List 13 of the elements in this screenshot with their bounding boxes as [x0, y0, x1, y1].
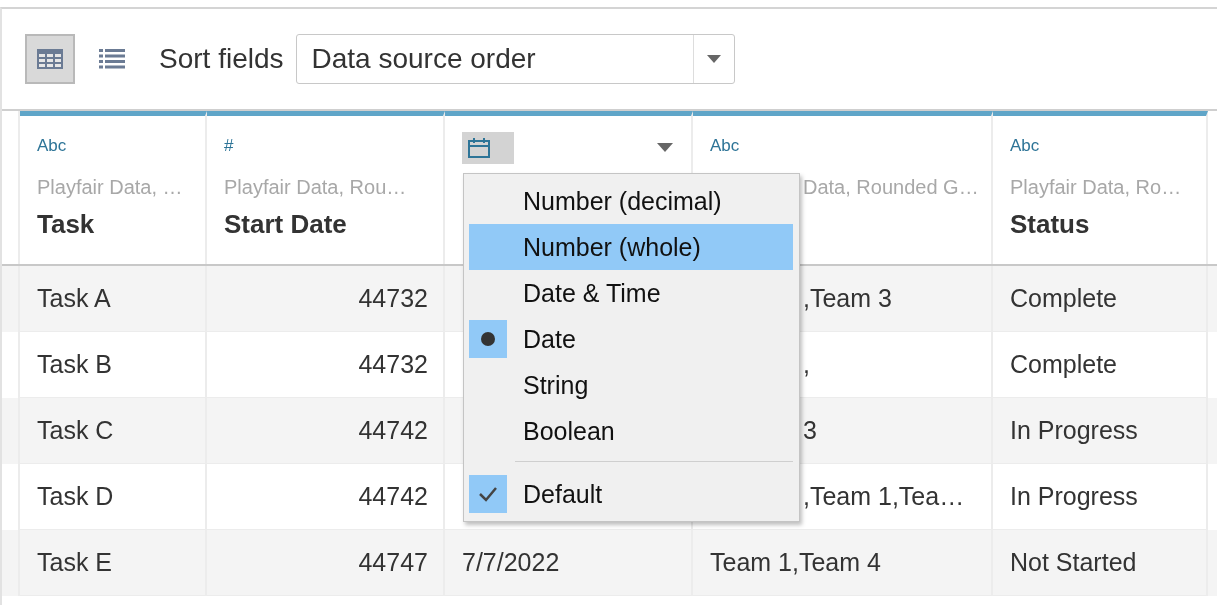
table-cell: Team 1,Team 4	[693, 530, 993, 596]
source-text: Data, Rounded G…	[802, 176, 980, 199]
sort-label: Sort fields	[159, 43, 284, 75]
column-name: Start Date	[224, 209, 348, 240]
source-text: Playfair Data, Ro…	[1010, 176, 1183, 199]
table-cell: Task E	[20, 530, 207, 596]
column-name: Task	[37, 209, 96, 240]
table-cell: 7/7/2022	[445, 530, 693, 596]
table-cell: 44747	[207, 530, 445, 596]
source-text: Playfair Data, …	[37, 176, 184, 199]
source-text: Playfair Data, Rou…	[224, 176, 408, 199]
table-cell: Not Started	[993, 530, 1208, 596]
column-name: Status	[1010, 209, 1091, 240]
